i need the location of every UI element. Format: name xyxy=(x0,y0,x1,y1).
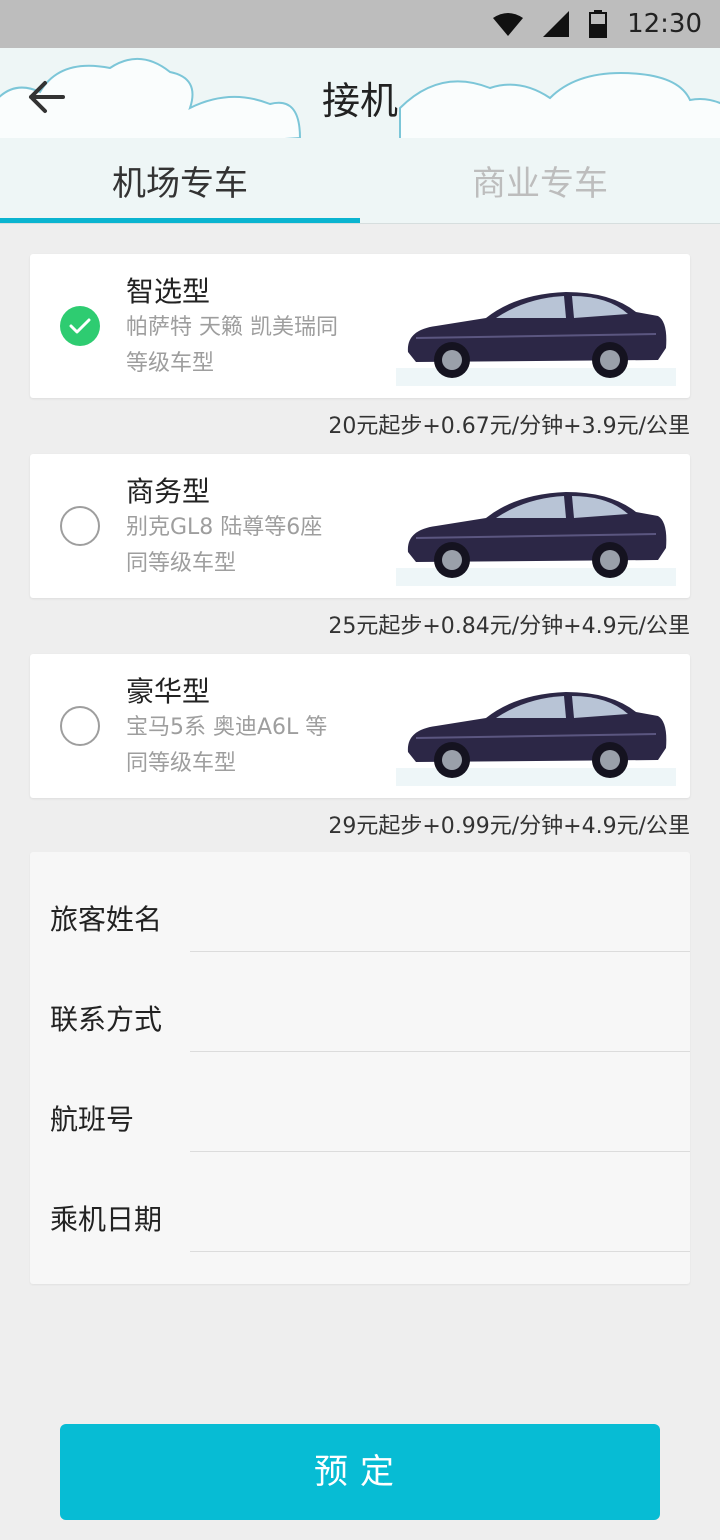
car-description: 帕萨特 天籁 凯美瑞同 等级车型 xyxy=(126,310,376,382)
form-label: 航班号 xyxy=(50,1103,135,1136)
tab-airport-car[interactable]: 机场专车 xyxy=(0,156,360,224)
check-icon xyxy=(69,318,91,334)
car-desc-line: 同等级车型 xyxy=(126,751,237,776)
status-time: 12:30 xyxy=(627,9,702,39)
form-row-name: 旅客姓名 xyxy=(30,852,690,952)
car-name: 豪华型 xyxy=(126,675,211,708)
car-desc-line: 同等级车型 xyxy=(126,551,237,576)
price-text: 20元起步+0.67元/分钟+3.9元/公里 xyxy=(328,414,690,439)
car-desc-line: 宝马5系 奥迪A6L 等 xyxy=(126,715,328,740)
form-row-date: 乘机日期 xyxy=(30,1152,690,1252)
car-desc-line: 等级车型 xyxy=(126,351,215,376)
sedan-car-image xyxy=(396,492,676,586)
flight-date-input[interactable] xyxy=(190,1172,690,1252)
sedan-car-image xyxy=(396,692,676,786)
radio-unchecked[interactable] xyxy=(60,706,100,746)
flight-number-input[interactable] xyxy=(190,1072,690,1152)
sedan-car-image xyxy=(396,292,676,386)
signal-icon xyxy=(543,11,570,37)
book-button[interactable]: 预定 xyxy=(60,1424,660,1520)
tab-bar: 机场专车 商业专车 xyxy=(0,156,720,224)
car-description: 宝马5系 奥迪A6L 等 同等级车型 xyxy=(126,710,376,782)
radio-unchecked[interactable] xyxy=(60,506,100,546)
divider xyxy=(0,223,720,224)
form-row-flight: 航班号 xyxy=(30,1052,690,1152)
wifi-icon xyxy=(493,12,524,36)
form-label: 乘机日期 xyxy=(50,1203,163,1236)
form-row-contact: 联系方式 xyxy=(30,952,690,1052)
header: 接机 机场专车 商业专车 xyxy=(0,48,720,224)
form-label: 旅客姓名 xyxy=(50,903,163,936)
passenger-form: 旅客姓名 联系方式 航班号 乘机日期 xyxy=(30,852,690,1284)
price-text: 29元起步+0.99元/分钟+4.9元/公里 xyxy=(328,814,690,839)
car-name: 智选型 xyxy=(126,275,211,308)
car-option-luxury[interactable]: 豪华型 宝马5系 奥迪A6L 等 同等级车型 xyxy=(30,654,690,798)
passenger-name-input[interactable] xyxy=(190,872,690,952)
car-option-smart[interactable]: 智选型 帕萨特 天籁 凯美瑞同 等级车型 xyxy=(30,254,690,398)
battery-icon xyxy=(589,10,608,38)
tab-business-car[interactable]: 商业专车 xyxy=(360,156,720,224)
car-desc-line: 别克GL8 陆尊等6座 xyxy=(126,515,323,540)
car-name: 商务型 xyxy=(126,475,211,508)
price-text: 25元起步+0.84元/分钟+4.9元/公里 xyxy=(328,614,690,639)
radio-checked[interactable] xyxy=(60,306,100,346)
contact-input[interactable] xyxy=(190,972,690,1052)
tab-label: 商业专车 xyxy=(472,164,608,204)
car-option-business[interactable]: 商务型 别克GL8 陆尊等6座 同等级车型 xyxy=(30,454,690,598)
page-title: 接机 xyxy=(321,79,398,123)
tab-label: 机场专车 xyxy=(112,164,248,204)
status-bar: 12:30 xyxy=(0,0,720,48)
car-description: 别克GL8 陆尊等6座 同等级车型 xyxy=(126,510,376,582)
form-label: 联系方式 xyxy=(50,1003,163,1036)
car-desc-line: 帕萨特 天籁 凯美瑞同 xyxy=(126,315,338,340)
